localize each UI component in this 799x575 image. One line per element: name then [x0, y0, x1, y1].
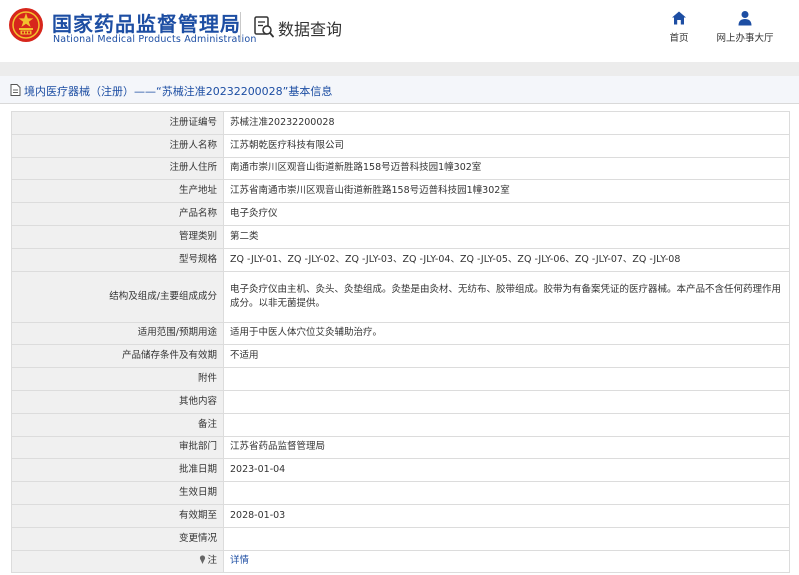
- table-row: 有效期至 2028-01-03: [11, 503, 790, 528]
- table-row: 附件: [11, 367, 790, 391]
- table-row: 适用范围/预期用途 适用于中医人体穴位艾灸辅助治疗。: [11, 321, 790, 346]
- field-label: 型号规格: [11, 247, 224, 272]
- table-row: 结构及组成/主要组成成分 电子灸疗仪由主机、灸头、灸垫组成。灸垫是由灸材、无纺布、…: [11, 270, 790, 323]
- table-row: 产品储存条件及有效期 不适用: [11, 344, 790, 369]
- field-value: [223, 367, 790, 391]
- field-label: 生产地址: [11, 179, 224, 204]
- field-value: 不适用: [223, 344, 790, 369]
- field-value: 苏械注准20232200028: [223, 111, 790, 135]
- table-row: 管理类别 第二类: [11, 224, 790, 249]
- table-row: 产品名称 电子灸疗仪: [11, 202, 790, 226]
- brand-name-en: National Medical Products Administration: [53, 34, 257, 45]
- record-title-bar: 境内医疗器械（注册）——“苏械注准20232200028”基本信息: [0, 76, 799, 104]
- brand-name-cn: 国家药品监督管理局: [52, 12, 241, 36]
- registration-info-table: 注册证编号 苏械注准20232200028 注册人名称 江苏朝乾医疗科技有限公司 注册人…: [11, 111, 790, 574]
- field-value: 南通市崇川区观音山街道新胜路158号迈普科技园1幢302室: [223, 156, 790, 181]
- field-value: [223, 389, 790, 414]
- field-value: 电子灸疗仪: [223, 202, 790, 226]
- field-value: ZQ -JLY-01、ZQ -JLY-02、ZQ -JLY-03、ZQ -JLY…: [223, 247, 790, 272]
- table-row: 备注: [11, 412, 790, 437]
- home-icon: [672, 11, 686, 25]
- table-row: 注册证编号 苏械注准20232200028: [11, 111, 790, 135]
- nav-online-service-hall-label: 网上办事大厅: [716, 33, 774, 44]
- field-value: 适用于中医人体穴位艾灸辅助治疗。: [223, 321, 790, 346]
- field-value: 第二类: [223, 224, 790, 249]
- field-value: [223, 412, 790, 437]
- national-emblem-icon: [9, 8, 43, 42]
- table-row: 型号规格 ZQ -JLY-01、ZQ -JLY-02、ZQ -JLY-03、ZQ …: [11, 247, 790, 272]
- field-value: [223, 526, 790, 551]
- field-value: 详情: [223, 549, 790, 574]
- field-value: 江苏省药品监督管理局: [223, 435, 790, 460]
- table-row: 其他内容: [11, 389, 790, 414]
- field-label: 生效日期: [11, 481, 224, 505]
- table-row: 注册人名称 江苏朝乾医疗科技有限公司: [11, 133, 790, 158]
- table-row-note: 注 详情: [11, 549, 790, 574]
- field-value: 江苏省南通市崇川区观音山街道新胜路158号迈普科技园1幢302室: [223, 179, 790, 204]
- note-label: 注: [207, 555, 217, 567]
- header-separator-band: [0, 62, 799, 76]
- table-row: 生产地址 江苏省南通市崇川区观音山街道新胜路158号迈普科技园1幢302室: [11, 179, 790, 204]
- table-row: 审批部门 江苏省药品监督管理局: [11, 435, 790, 460]
- table-row: 批准日期 2023-01-04: [11, 458, 790, 483]
- table-row: 注册人住所 南通市崇川区观音山街道新胜路158号迈普科技园1幢302室: [11, 156, 790, 181]
- field-label: 管理类别: [11, 224, 224, 249]
- field-label: 结构及组成/主要组成成分: [11, 270, 224, 323]
- field-label: 附件: [11, 367, 224, 391]
- field-label: 注册人住所: [11, 156, 224, 181]
- field-label: 批准日期: [11, 458, 224, 483]
- field-label: 其他内容: [11, 389, 224, 414]
- field-label: 产品名称: [11, 202, 224, 226]
- field-value: 江苏朝乾医疗科技有限公司: [223, 133, 790, 158]
- field-value: 2023-01-04: [223, 458, 790, 483]
- user-icon: [738, 11, 752, 26]
- field-label: 注: [11, 549, 224, 574]
- page-section-title: 数据查询: [278, 20, 343, 39]
- field-label: 产品储存条件及有效期: [11, 344, 224, 369]
- breadcrumb: 境内医疗器械（注册）——“苏械注准20232200028”基本信息: [24, 85, 333, 98]
- nav-home-label: 首页: [669, 33, 689, 44]
- table-row: 变更情况: [11, 526, 790, 551]
- field-label: 适用范围/预期用途: [11, 321, 224, 346]
- field-value: [223, 481, 790, 505]
- nav-home[interactable]: 首页: [662, 10, 696, 44]
- field-value: 2028-01-03: [223, 503, 790, 528]
- field-label: 审批部门: [11, 435, 224, 460]
- header-divider: [240, 12, 241, 42]
- table-row: 生效日期: [11, 481, 790, 505]
- document-icon: [10, 84, 21, 96]
- field-label: 备注: [11, 412, 224, 437]
- pin-icon: [200, 555, 206, 565]
- data-query-icon: [254, 16, 274, 38]
- nav-online-service-hall[interactable]: 网上办事大厅: [714, 10, 776, 44]
- site-header: 国家药品监督管理局 National Medical Products Admi…: [0, 0, 799, 62]
- field-label: 有效期至: [11, 503, 224, 528]
- details-link[interactable]: 详情: [230, 555, 249, 566]
- field-label: 注册证编号: [11, 111, 224, 135]
- field-label: 变更情况: [11, 526, 224, 551]
- field-value: 电子灸疗仪由主机、灸头、灸垫组成。灸垫是由灸材、无纺布、胶带组成。胶带为有备案凭…: [223, 270, 790, 323]
- field-label: 注册人名称: [11, 133, 224, 158]
